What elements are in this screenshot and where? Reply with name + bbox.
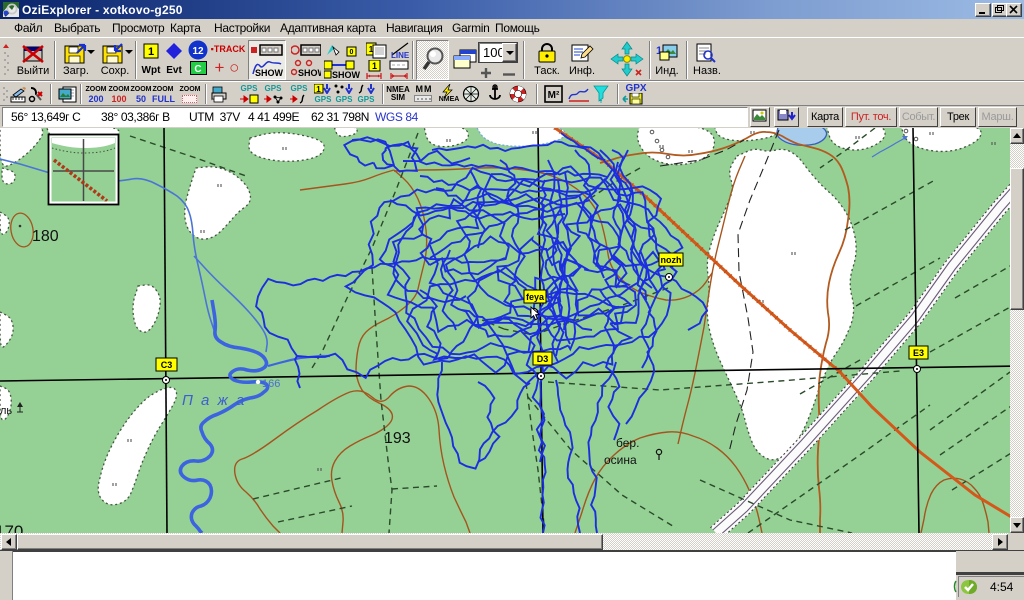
svg-text:П а ж а: П а ж а (182, 392, 246, 409)
svg-text:ль: ль (0, 405, 12, 417)
svg-text:12: 12 (192, 46, 204, 57)
svg-text:бер.: бер. (616, 436, 639, 450)
svg-text:C: C (194, 64, 201, 75)
svg-text:1: 1 (316, 85, 321, 94)
svg-text:170: 170 (0, 522, 23, 533)
svg-text:LINE: LINE (391, 51, 410, 59)
svg-text:166: 166 (262, 378, 280, 390)
svg-text:nozh: nozh (661, 255, 682, 265)
svg-text:1: 1 (148, 46, 154, 58)
svg-text:1: 1 (372, 61, 377, 71)
svg-text:feya: feya (526, 292, 545, 302)
svg-text:193: 193 (384, 430, 411, 447)
svg-text:SHOW: SHOW (255, 68, 283, 78)
svg-text:SHOW: SHOW (332, 70, 360, 79)
svg-text:D3: D3 (537, 354, 549, 364)
svg-text:осина: осина (604, 453, 637, 467)
svg-text:180: 180 (32, 228, 59, 245)
svg-text:E3: E3 (913, 348, 924, 358)
svg-text:M²: M² (548, 90, 560, 101)
svg-text:0: 0 (350, 49, 354, 56)
svg-text:SHOW: SHOW (298, 68, 321, 78)
svg-text:C3: C3 (161, 360, 173, 370)
